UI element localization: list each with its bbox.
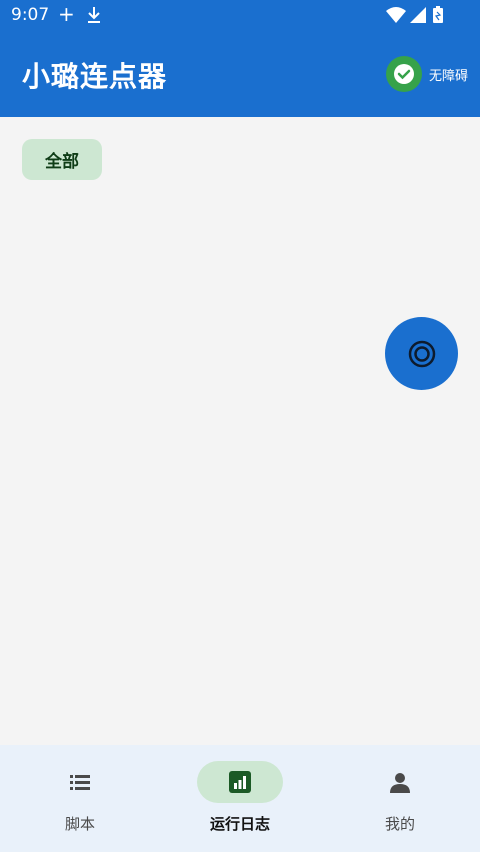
signal-icon — [410, 7, 426, 23]
check-circle-icon — [394, 64, 414, 84]
plus-icon: + — [58, 2, 75, 26]
status-bar: 9:07 + — [0, 0, 480, 30]
target-icon — [408, 340, 435, 367]
nav-item-run-log[interactable]: 运行日志 — [160, 745, 320, 852]
battery-icon — [433, 6, 443, 23]
nav-item-mine[interactable]: 我的 — [320, 745, 480, 852]
nav-item-label: 运行日志 — [209, 815, 270, 833]
floating-action-button[interactable] — [385, 317, 458, 390]
bottom-navigation: 脚本 运行日志 我的 — [0, 745, 480, 852]
wifi-icon — [386, 7, 406, 23]
filter-chip-all[interactable]: 全部 — [22, 139, 102, 180]
app-title: 小璐连点器 — [22, 60, 168, 93]
app-bar: 小璐连点器 无障碍 — [0, 30, 480, 117]
person-icon — [390, 773, 410, 793]
download-icon — [88, 7, 100, 23]
bar-chart-icon — [229, 771, 251, 793]
status-time: 9:07 — [11, 5, 50, 25]
nav-item-script[interactable]: 脚本 — [0, 745, 160, 852]
nav-item-label: 我的 — [384, 815, 415, 833]
list-icon — [70, 775, 90, 790]
nav-item-label: 脚本 — [64, 815, 95, 833]
accessibility-label: 无障碍 — [429, 69, 469, 84]
accessibility-status-button[interactable] — [386, 56, 422, 92]
system-status-icons — [386, 6, 443, 23]
